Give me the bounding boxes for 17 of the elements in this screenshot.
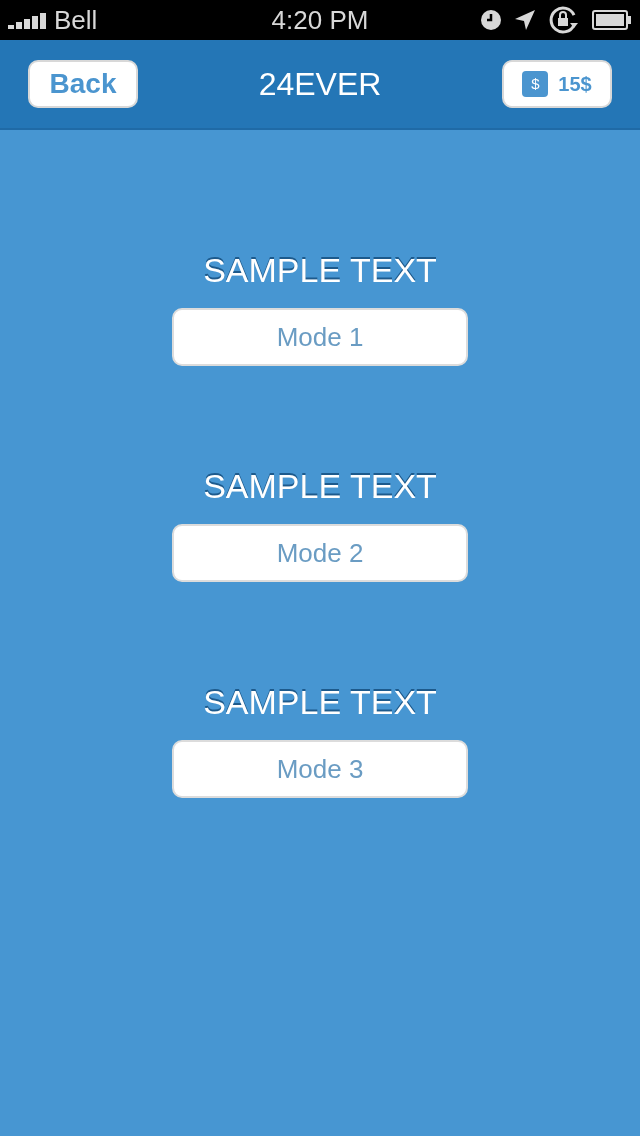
coin-icon: $ <box>522 71 549 97</box>
rotation-lock-icon <box>548 5 580 35</box>
location-arrow-icon <box>514 9 536 31</box>
mode-button[interactable]: Mode 3 <box>172 740 468 798</box>
clock-icon <box>480 9 502 31</box>
back-button[interactable]: Back <box>28 60 138 108</box>
carrier-name: Bell <box>54 7 98 33</box>
mode-button[interactable]: Mode 1 <box>172 308 468 366</box>
status-time: 4:20 PM <box>271 7 369 33</box>
battery-icon <box>592 10 632 30</box>
screen-title: 24EVER <box>258 65 382 104</box>
balance-button[interactable]: $ 15$ <box>502 60 612 108</box>
mode-button[interactable]: Mode 2 <box>172 524 468 582</box>
signal-icon <box>8 11 48 29</box>
section-heading: SAMPLE TEXT <box>203 250 437 290</box>
section-heading: SAMPLE TEXT <box>203 682 437 722</box>
section-heading: SAMPLE TEXT <box>203 466 437 506</box>
